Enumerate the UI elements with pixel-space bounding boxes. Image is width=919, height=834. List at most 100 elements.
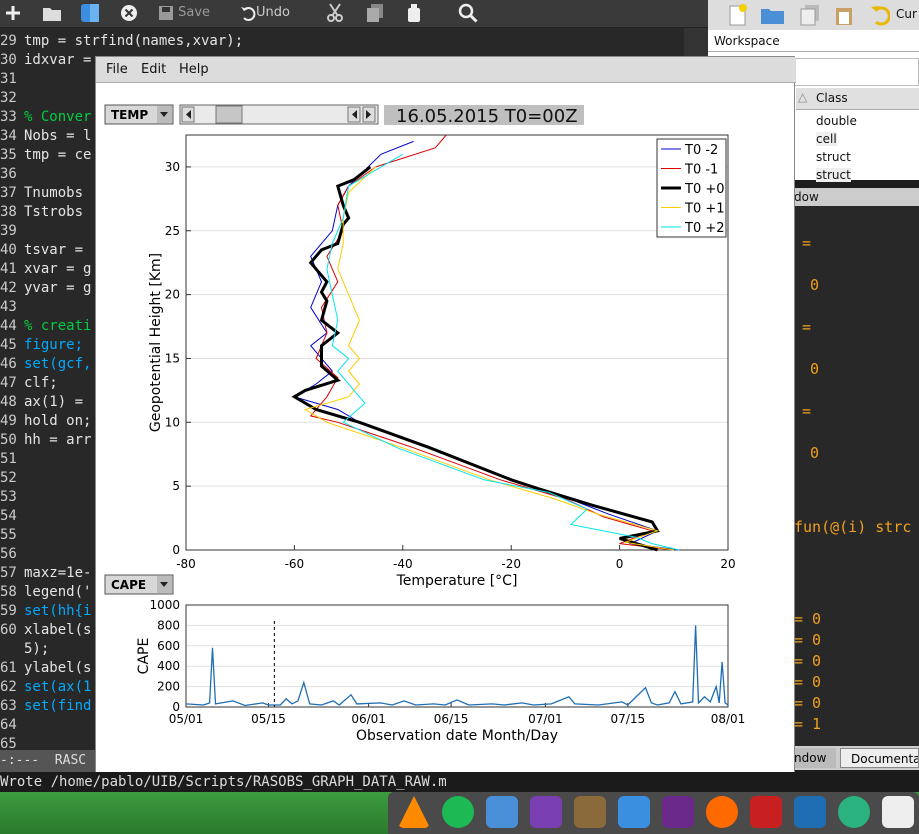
line-text: Nobs = l bbox=[24, 128, 92, 144]
code-line[interactable]: 53 bbox=[0, 488, 24, 507]
close-icon[interactable] bbox=[120, 2, 138, 24]
line-number: 49 bbox=[0, 413, 17, 429]
x-tick-label: 0 bbox=[616, 557, 624, 571]
line-text: 5); bbox=[24, 641, 50, 657]
menu-edit[interactable]: Edit bbox=[141, 62, 166, 77]
code-line[interactable]: 62 set(ax(1 bbox=[0, 678, 91, 697]
line-number: 48 bbox=[0, 394, 17, 410]
spotify-icon[interactable] bbox=[442, 796, 474, 828]
code-line[interactable]: 57 maxz=1e- bbox=[0, 564, 91, 583]
code-line[interactable]: 45 figure; bbox=[0, 336, 83, 355]
line-text: set(ax(1 bbox=[24, 679, 92, 695]
code-line[interactable]: 58 legend(' bbox=[0, 583, 91, 602]
code-line[interactable]: 51 bbox=[0, 450, 24, 469]
workspace-row-class[interactable]: struct bbox=[816, 168, 851, 182]
line-number: 35 bbox=[0, 147, 17, 163]
code-line[interactable]: 32 bbox=[0, 89, 24, 108]
save-button[interactable]: Save bbox=[158, 2, 210, 24]
firefox-icon[interactable] bbox=[706, 796, 738, 828]
menu-help[interactable]: Help bbox=[179, 62, 209, 77]
open-icon[interactable] bbox=[760, 4, 786, 30]
x-tick-label: 06/01 bbox=[351, 712, 386, 726]
slider-thumb[interactable] bbox=[215, 105, 243, 124]
x-tick-label: 08/01 bbox=[711, 712, 746, 726]
copy-icon[interactable] bbox=[800, 4, 820, 30]
code-line[interactable]: 64 bbox=[0, 716, 24, 735]
video-editor-icon[interactable] bbox=[530, 796, 562, 828]
menu-file[interactable]: File bbox=[106, 62, 128, 77]
code-line[interactable]: 41 xvar = g bbox=[0, 260, 91, 279]
x-tick-label: -40 bbox=[393, 557, 413, 571]
code-line[interactable]: 31 bbox=[0, 70, 24, 89]
workspace-row-class[interactable]: cell bbox=[816, 132, 837, 146]
code-line[interactable]: 33 % Conver bbox=[0, 108, 91, 127]
x-axis-label: Temperature [°C] bbox=[396, 573, 518, 589]
finder-icon[interactable] bbox=[618, 796, 650, 828]
search-icon[interactable] bbox=[458, 2, 478, 24]
gimp-icon[interactable] bbox=[574, 796, 606, 828]
code-line[interactable]: 37 Tnumobs bbox=[0, 184, 91, 203]
code-line[interactable]: 44 % creati bbox=[0, 317, 91, 336]
class-column-header[interactable]: Class bbox=[816, 91, 848, 105]
minibuffer: Wrote /home/pablo/UIB/Scripts/RASOBS_GRA… bbox=[0, 772, 919, 792]
line-number: 52 bbox=[0, 470, 17, 486]
undo-button[interactable]: Undo bbox=[240, 2, 290, 24]
code-line[interactable]: 30 idxvar = bbox=[0, 51, 100, 70]
code-line[interactable]: 46 set(gcf, bbox=[0, 355, 91, 374]
undo-icon[interactable] bbox=[870, 4, 891, 30]
code-line[interactable]: 36 bbox=[0, 165, 24, 184]
sort-arrow-icon[interactable]: △ bbox=[798, 90, 807, 104]
line-number: 29 bbox=[0, 33, 17, 49]
y-tick-label: 5 bbox=[172, 479, 180, 493]
code-line[interactable]: 43 bbox=[0, 298, 24, 317]
temperature-profile-chart: 0 5 10 15 20 25 30 -80 -60 -40 -20 0 20 Temperature [… bbox=[148, 134, 736, 589]
code-line[interactable]: 60 xlabel(s bbox=[0, 621, 91, 640]
code-line[interactable]: 52 bbox=[0, 469, 24, 488]
vlc-icon[interactable] bbox=[398, 796, 430, 828]
code-line[interactable]: 34 Nobs = l bbox=[0, 127, 91, 146]
app-icon[interactable] bbox=[882, 796, 914, 828]
tab-documentation[interactable]: Documentat bbox=[840, 748, 919, 768]
code-line[interactable]: 49 hold on; bbox=[0, 412, 91, 431]
code-line[interactable]: 61 ylabel(s bbox=[0, 659, 91, 678]
new-file-icon[interactable] bbox=[4, 2, 22, 24]
code-line[interactable]: 59 set(hh{i bbox=[0, 602, 91, 621]
code-line[interactable]: 39 bbox=[0, 222, 24, 241]
code-line[interactable]: 55 bbox=[0, 526, 24, 545]
code-line[interactable]: 56 bbox=[0, 545, 24, 564]
code-line[interactable]: 54 bbox=[0, 507, 24, 526]
finder-icon[interactable] bbox=[80, 2, 100, 24]
image-viewer-icon[interactable] bbox=[486, 796, 518, 828]
line-number: 30 bbox=[0, 52, 17, 68]
workspace-row-class[interactable]: struct bbox=[816, 150, 851, 164]
line-number: 57 bbox=[0, 565, 17, 581]
new-document-icon[interactable] bbox=[728, 4, 748, 30]
code-line[interactable]: 5); bbox=[0, 640, 49, 659]
code-line[interactable]: 38 Tstrobs bbox=[0, 203, 91, 222]
paste-icon[interactable] bbox=[834, 4, 854, 30]
x-tick-label: 05/01 bbox=[169, 712, 204, 726]
open-folder-icon[interactable] bbox=[42, 2, 62, 24]
emacs-icon[interactable] bbox=[794, 796, 826, 828]
atom-icon[interactable] bbox=[838, 796, 870, 828]
terminal-icon[interactable] bbox=[662, 796, 694, 828]
cut-icon[interactable] bbox=[326, 2, 344, 24]
code-line[interactable]: 50 hh = arr bbox=[0, 431, 91, 450]
workspace-row-class[interactable]: double bbox=[816, 114, 857, 128]
x-tick-label: 07/15 bbox=[611, 712, 646, 726]
matlab-icon[interactable] bbox=[750, 796, 782, 828]
tab-command-window[interactable]: ndow bbox=[794, 748, 836, 768]
code-line[interactable]: 42 yvar = g bbox=[0, 279, 91, 298]
code-line[interactable]: 63 set(find bbox=[0, 697, 91, 716]
figure-window[interactable]: File Edit Help TEMP 16.05.2015 T0=00Z CA… bbox=[95, 56, 796, 782]
code-line[interactable]: 35 tmp = ce bbox=[0, 146, 91, 165]
y-tick-label: 20 bbox=[165, 288, 180, 302]
command-window[interactable]: = 0 = 0 = 0 fun(@(i) strc = 0 = 0 = 0 = 0 = 0 = 1 bbox=[794, 206, 919, 746]
paste-icon[interactable] bbox=[406, 2, 422, 24]
code-line[interactable]: 48 ax(1) = bbox=[0, 393, 91, 412]
code-line[interactable]: 47 clf; bbox=[0, 374, 58, 393]
code-line[interactable]: 29 tmp = strfind(names,xvar); bbox=[0, 32, 243, 51]
copy-icon[interactable] bbox=[366, 2, 384, 24]
line-text: % Conver bbox=[24, 109, 92, 125]
code-line[interactable]: 40 tsvar = bbox=[0, 241, 91, 260]
